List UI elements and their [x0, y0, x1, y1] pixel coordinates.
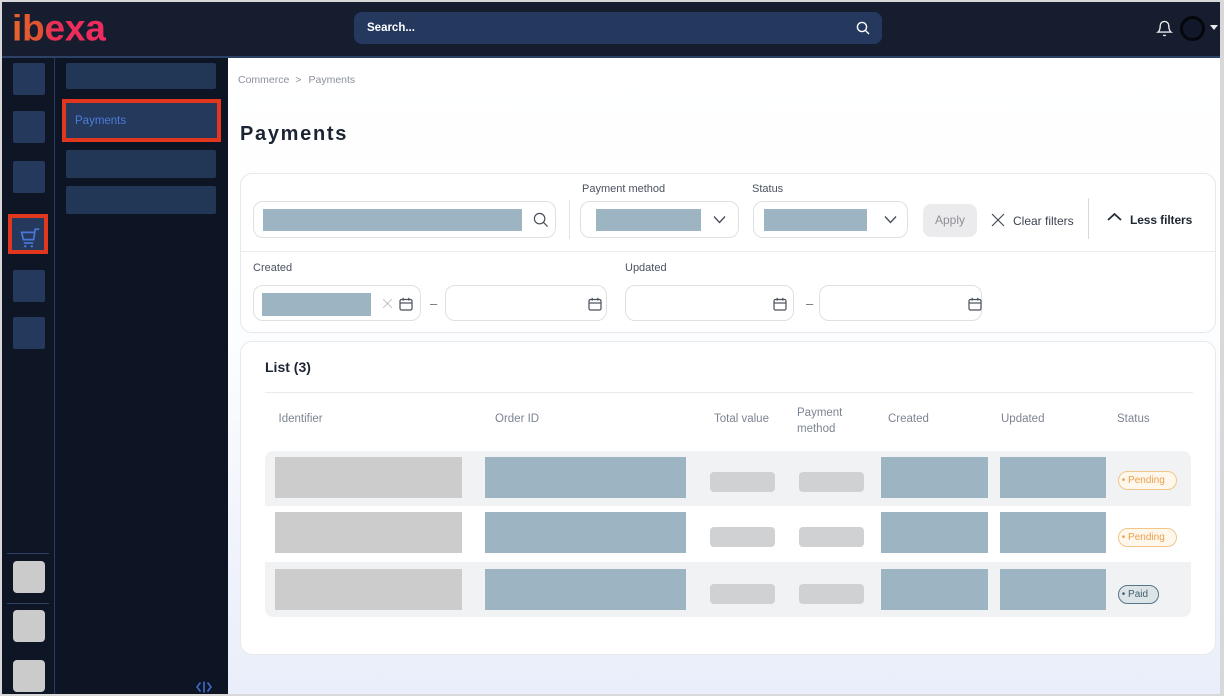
svg-text:ibexa: ibexa: [12, 14, 106, 42]
